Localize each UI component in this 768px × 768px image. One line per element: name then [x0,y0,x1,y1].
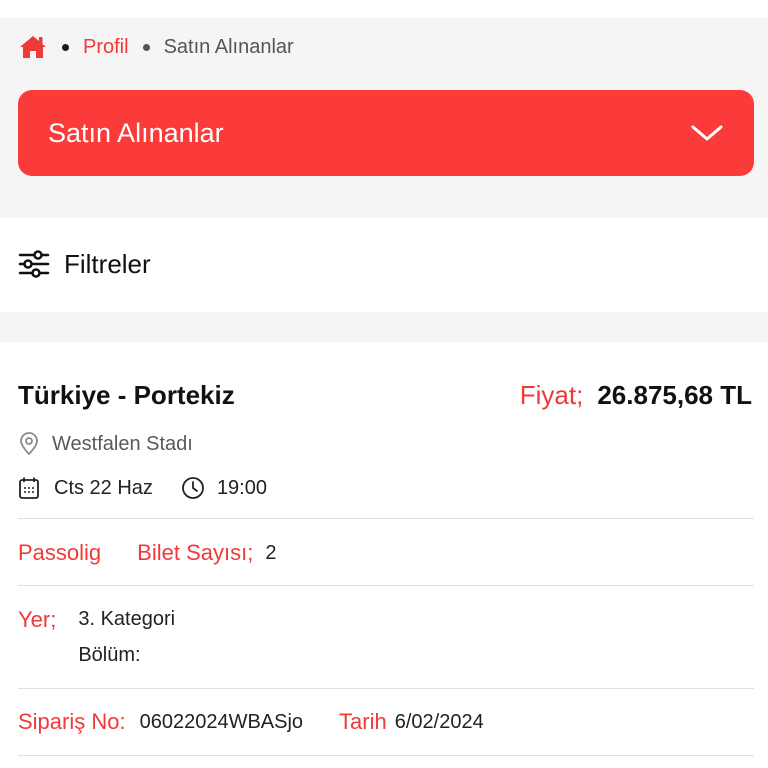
filters-label: Filtreler [64,248,151,279]
divider [18,518,754,519]
divider [18,688,754,689]
price-label: Fiyat; [519,380,584,410]
chevron-down-icon [690,123,724,143]
order-date: 6/02/2024 [394,710,484,733]
order-no-label: Sipariş No: [18,709,126,734]
seat-section: Bölüm: [78,644,141,666]
filters-button[interactable]: Filtreler [18,248,151,280]
match-title: Türkiye - Portekiz [18,380,235,410]
divider [18,755,754,756]
breadcrumb: Profil Satın Alınanlar [18,33,294,61]
seat-row: Yer; 3. Kategori Bölüm: [18,607,175,667]
provider-label: Passolig [18,540,102,565]
breadcrumb-profile-link[interactable]: Profil [83,36,129,59]
ticket-count-label: Bilet Sayısı; [137,540,254,565]
section-divider [0,312,768,342]
home-icon[interactable] [18,34,48,60]
ticket-count: 2 [265,541,277,564]
breadcrumb-separator [142,43,150,51]
order-date-label: Tarih [339,709,387,734]
section-dropdown[interactable]: Satın Alınanlar [18,90,754,176]
event-date: Cts 22 Haz [54,476,153,499]
price: Fiyat; 26.875,68 TL [520,380,752,411]
ticket-row: Passolig Bilet Sayısı; 2 [18,540,276,566]
breadcrumb-separator [62,43,69,51]
breadcrumb-current: Satın Alınanlar [163,35,294,58]
clock-icon [181,476,205,500]
seat-category: 3. Kategori [78,608,176,630]
event-time: 19:00 [216,476,267,499]
price-value: 26.875,68 TL [597,380,752,410]
venue-row: Westfalen Stadı [18,432,193,456]
seat-label: Yer; [18,607,57,632]
calendar-icon [18,476,40,500]
filter-sliders-icon [18,248,50,280]
datetime-row: Cts 22 Haz 19:00 [18,476,267,500]
dropdown-label: Satın Alınanlar [48,117,224,148]
location-pin-icon [18,432,40,456]
divider [18,585,754,586]
order-no: 06022024WBASjo [139,710,304,733]
venue-name: Westfalen Stadı [52,432,193,455]
seat-details: 3. Kategori Bölüm: [78,607,175,667]
order-row: Sipariş No: 06022024WBASjo Tarih 6/02/20… [18,709,484,735]
